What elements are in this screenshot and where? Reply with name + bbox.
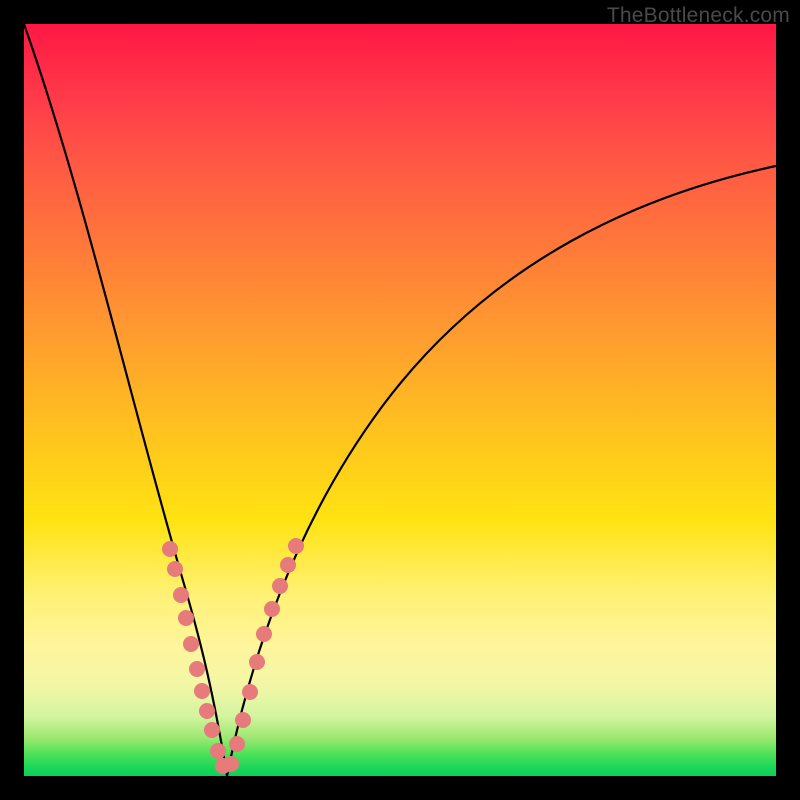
right-branch-curve [227,166,776,776]
watermark-text: TheBottleneck.com [607,4,790,28]
chart-frame: TheBottleneck.com [0,0,800,800]
curve-layer [24,24,776,776]
right-branch-dots [223,538,304,772]
plot-area [24,24,776,776]
